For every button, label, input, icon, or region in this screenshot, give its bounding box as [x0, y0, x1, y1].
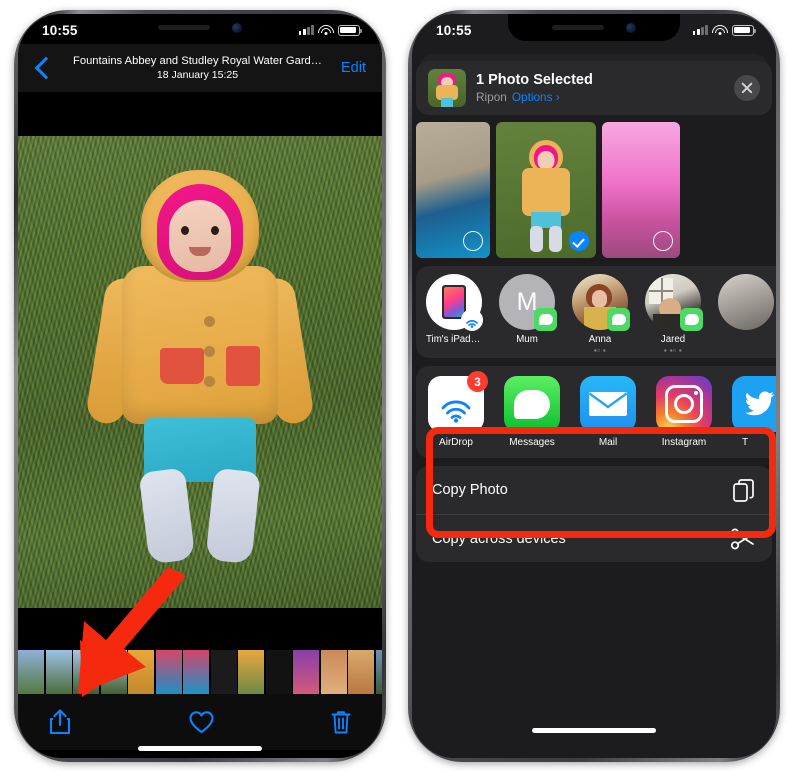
contact-partial-next[interactable] [718, 274, 774, 330]
sheet-subtitle: Ripon Options › [476, 89, 724, 105]
shelf-photo-3[interactable] [602, 122, 680, 258]
status-time: 10:55 [436, 22, 472, 38]
contact-jared[interactable]: Jared ▪ ▪▫ ▪ [645, 274, 703, 355]
notch [508, 14, 680, 41]
home-indicator [138, 746, 262, 751]
wifi-icon [318, 24, 334, 36]
heart-icon[interactable] [188, 710, 215, 735]
main-photo[interactable] [18, 136, 382, 608]
home-indicator [532, 728, 656, 733]
notch [114, 14, 286, 41]
photo-avatar [572, 274, 630, 331]
left-iphone-frame: 10:55 Fountains Abbey and Studley Royal … [14, 10, 386, 762]
messages-badge-icon [680, 308, 703, 331]
shelf-photo-2-selected[interactable] [496, 122, 596, 258]
right-iphone-frame: 10:55 1 Photo Selected Ripon Options › T… [408, 10, 780, 762]
sheet-title: 1 Photo Selected [476, 72, 593, 88]
contact-name: Mum [516, 334, 538, 345]
signal-bars-icon [692, 25, 708, 35]
photo-location: Ripon [476, 90, 507, 104]
photo-filmstrip[interactable] [18, 650, 382, 694]
airdrop-badge-count: 3 [467, 371, 488, 392]
signal-bars-icon [298, 25, 314, 35]
earpiece-speaker-icon [552, 25, 604, 30]
selected-photo-thumbnail[interactable] [428, 69, 466, 107]
earpiece-speaker-icon [158, 25, 210, 30]
ipad-avatar [426, 274, 483, 331]
page-subtitle: 18 January 15:25 [156, 69, 239, 81]
contact-mum[interactable]: M Mum [499, 274, 557, 345]
shelf-photo-3-checkbox[interactable] [653, 231, 673, 251]
contact-name: Tim's iPad Pro [426, 334, 482, 345]
shelf-photo-1-checkbox[interactable] [463, 231, 483, 251]
messages-badge-icon [534, 308, 557, 331]
share-sheet-header: 1 Photo Selected Ripon Options › [416, 61, 772, 115]
contact-name: Jared [660, 334, 686, 345]
messages-badge-icon [607, 308, 630, 331]
battery-icon [338, 24, 362, 36]
left-bottom-toolbar [18, 694, 382, 750]
airdrop-badge-icon [461, 309, 483, 331]
photo-avatar [645, 274, 703, 331]
messages-icon[interactable] [504, 376, 560, 432]
contact-tims-ipad-pro[interactable]: Tim's iPad Pro [426, 274, 483, 345]
initial-avatar: M [499, 274, 557, 331]
close-icon[interactable] [734, 75, 760, 101]
photo-shelf[interactable] [416, 122, 776, 258]
instagram-icon[interactable] [656, 376, 712, 432]
contact-name: Anna [588, 334, 612, 345]
status-time: 10:55 [42, 22, 78, 38]
nav-titles: Fountains Abbey and Studley Royal Water … [54, 54, 341, 82]
contacts-share-row[interactable]: Tim's iPad Pro M Mum [416, 266, 776, 358]
twitter-icon[interactable] [732, 376, 776, 432]
wifi-icon [712, 24, 728, 36]
left-nav-bar: Fountains Abbey and Studley Royal Water … [18, 44, 382, 92]
status-indicators [298, 24, 362, 36]
shelf-photo-2-checkbox[interactable] [569, 231, 589, 251]
photo-subject-toddler [84, 170, 316, 570]
share-icon[interactable] [48, 708, 72, 736]
photo-avatar [718, 274, 774, 330]
contact-sub: ▪ ▪▫ ▪ [663, 346, 683, 355]
contact-anna[interactable]: Anna ▪▫ ▪ [572, 274, 630, 355]
mail-icon[interactable] [580, 376, 636, 432]
edit-button[interactable]: Edit [341, 60, 368, 76]
header-text: 1 Photo Selected Ripon Options › [476, 71, 724, 105]
page-title: Fountains Abbey and Studley Royal Water … [73, 55, 322, 67]
trash-icon[interactable] [330, 709, 352, 735]
right-phone-screen: 10:55 1 Photo Selected Ripon Options › T… [412, 14, 776, 758]
battery-icon [732, 24, 756, 36]
left-phone-screen: 10:55 Fountains Abbey and Studley Royal … [18, 14, 382, 758]
status-indicators [692, 24, 756, 36]
front-camera-icon [232, 22, 242, 33]
options-button[interactable]: Options › [512, 90, 560, 104]
shelf-photo-1[interactable] [416, 122, 490, 258]
front-camera-icon [626, 22, 636, 33]
red-highlight-box-annotation [426, 427, 776, 538]
contact-sub: ▪▫ ▪ [593, 346, 607, 355]
